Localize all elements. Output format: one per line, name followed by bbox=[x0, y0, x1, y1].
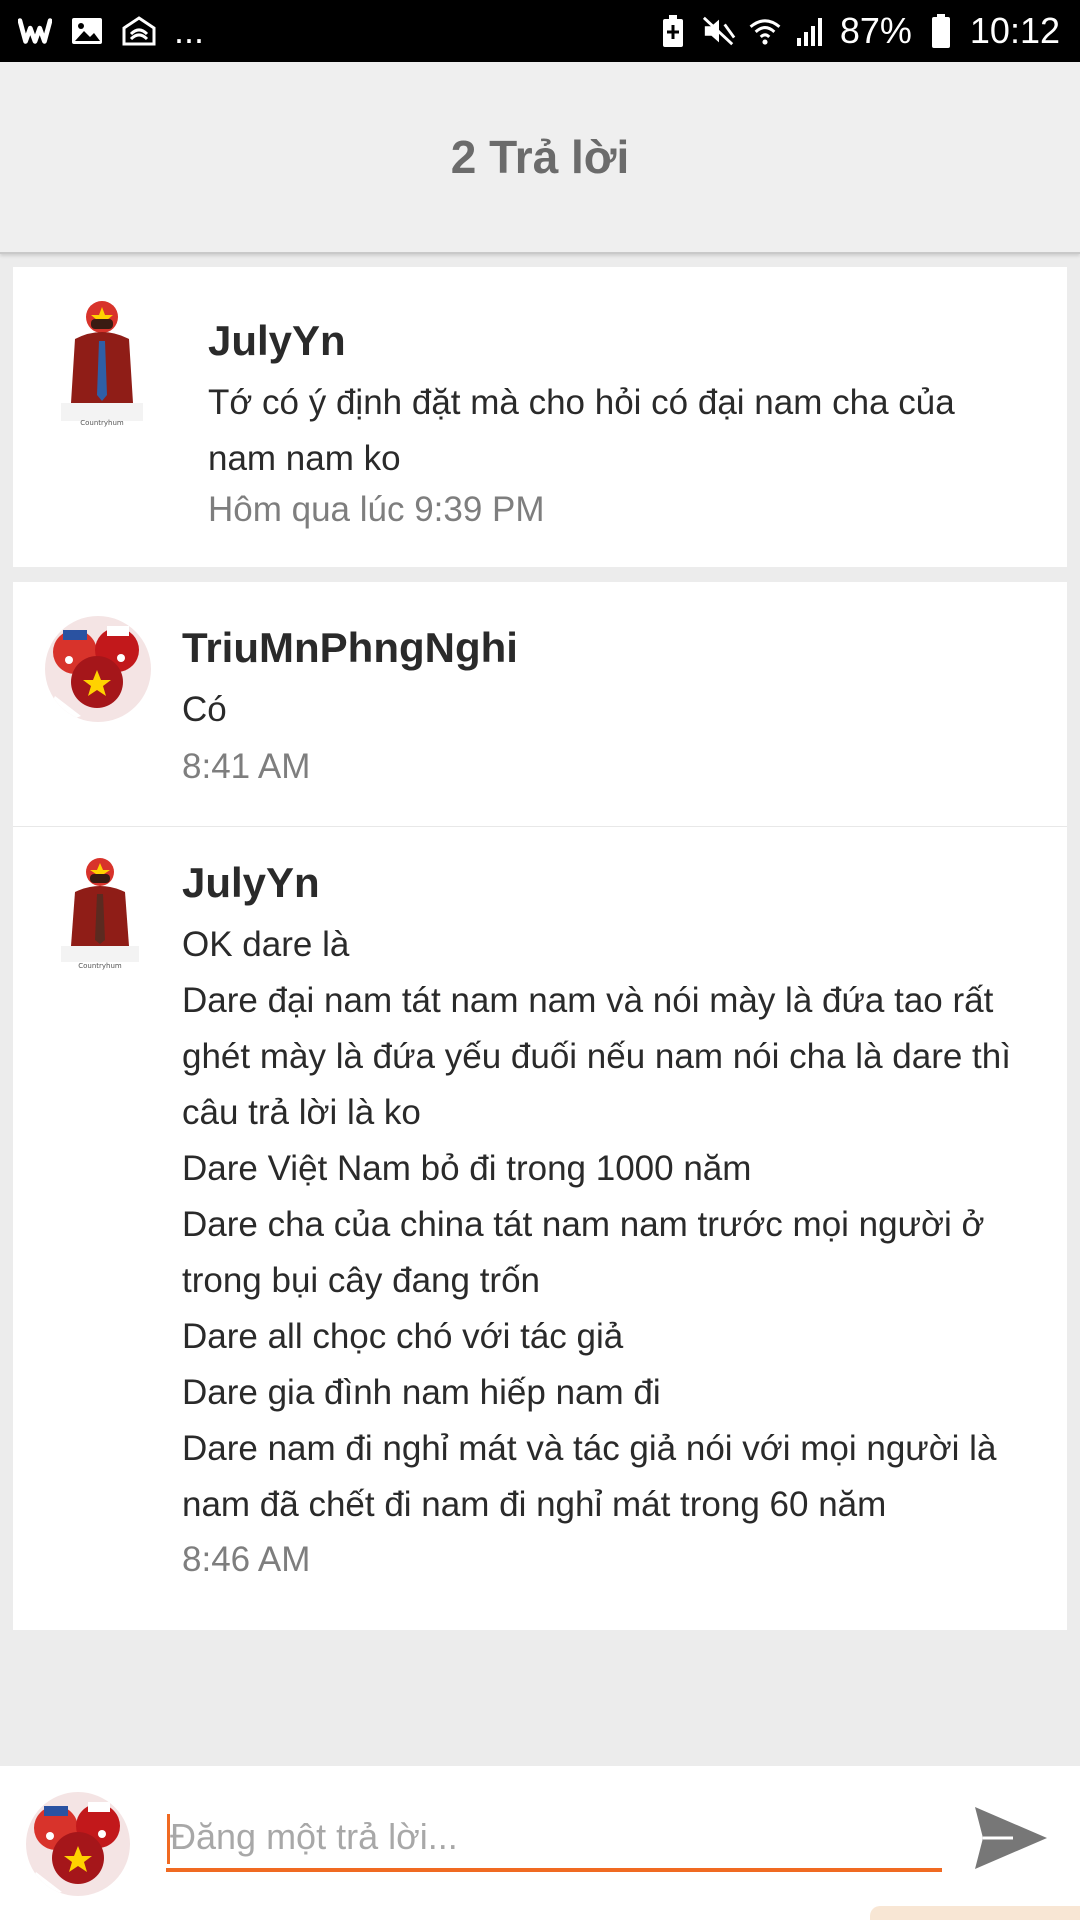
signal-icon bbox=[794, 14, 828, 48]
comment-body: Có bbox=[182, 682, 1042, 738]
comment-line: câu trả lời là ko bbox=[182, 1093, 421, 1132]
comment-line: ghét mày là đứa yếu đuối nếu nam nói cha… bbox=[182, 1037, 1011, 1076]
corner-tab bbox=[870, 1906, 1080, 1920]
battery-percent: 87% bbox=[839, 10, 912, 51]
cloud-sync-icon bbox=[122, 14, 156, 48]
page-title: 2 Trả lời bbox=[450, 131, 630, 183]
reply-item: TriuMnPhngNghi Có 8:41 AM bbox=[13, 582, 1067, 826]
comment-body: OK dare là Dare đại nam tát nam nam và n… bbox=[182, 917, 1057, 1533]
battery-icon bbox=[924, 14, 958, 48]
battery-saver-icon bbox=[656, 14, 690, 48]
current-user-avatar[interactable] bbox=[26, 1792, 130, 1896]
svg-text:Countryhum: Countryhum bbox=[80, 419, 124, 427]
avatar[interactable] bbox=[45, 616, 151, 722]
reply-composer bbox=[0, 1766, 1080, 1920]
comment-line: OK dare là bbox=[182, 925, 350, 964]
comment-line: nam đã chết đi nam đi nghỉ mát trong 60 … bbox=[182, 1485, 887, 1524]
comment-username[interactable]: JulyYn bbox=[182, 857, 320, 909]
comment-line: Dare đại nam tát nam nam và nói mày là đ… bbox=[182, 981, 994, 1020]
comment-line: trong bụi cây đang trốn bbox=[182, 1261, 541, 1300]
avatar[interactable]: Countryhum bbox=[45, 852, 155, 970]
avatar[interactable]: Countryhum bbox=[47, 295, 157, 431]
header: 2 Trả lời bbox=[0, 62, 1080, 254]
reply-input[interactable] bbox=[166, 1806, 942, 1872]
status-bar: ... 87% 10:12 bbox=[0, 0, 1080, 62]
comment-timestamp: 8:46 AM bbox=[182, 1540, 311, 1579]
status-left: ... bbox=[18, 10, 204, 52]
comment-line: Dare nam đi nghỉ mát và tác giả nói với … bbox=[182, 1429, 997, 1468]
text-caret bbox=[167, 1814, 170, 1864]
comment-line: Dare gia đình nam hiếp nam đi bbox=[182, 1373, 661, 1412]
comment-body: Tớ có ý định đặt mà cho hỏi có đại nam c… bbox=[208, 375, 1048, 487]
wattpad-icon bbox=[18, 14, 52, 48]
comment-username[interactable]: JulyYn bbox=[208, 315, 346, 367]
comment-timestamp: Hôm qua lúc 9:39 PM bbox=[208, 490, 545, 529]
send-button[interactable] bbox=[968, 1798, 1054, 1878]
comment-username[interactable]: TriuMnPhngNghi bbox=[182, 622, 518, 674]
comment-line: Có bbox=[182, 690, 227, 729]
send-icon bbox=[975, 1807, 1047, 1869]
comment-line: nam nam ko bbox=[208, 439, 401, 478]
parent-comment-card: Countryhum JulyYn Tớ có ý định đặt mà ch… bbox=[13, 267, 1067, 567]
comment-line: Dare Việt Nam bỏ đi trong 1000 năm bbox=[182, 1149, 752, 1188]
status-time: 10:12 bbox=[969, 10, 1060, 51]
wifi-icon bbox=[748, 14, 782, 48]
reply-item: Countryhum JulyYn OK dare là Dare đại na… bbox=[13, 827, 1067, 1630]
status-right: 87% 10:12 bbox=[656, 8, 1060, 54]
replies-card: TriuMnPhngNghi Có 8:41 AM Countryhum Jul… bbox=[13, 582, 1067, 1630]
gallery-icon bbox=[70, 14, 104, 48]
comment-timestamp: 8:41 AM bbox=[182, 747, 311, 786]
svg-text:Countryhum: Countryhum bbox=[78, 962, 122, 970]
comment-line: Dare all chọc chó với tác giả bbox=[182, 1317, 624, 1356]
mute-icon bbox=[702, 14, 736, 48]
comment-line: Dare cha của china tát nam nam trước mọi… bbox=[182, 1205, 985, 1244]
comment-line: Tớ có ý định đặt mà cho hỏi có đại nam c… bbox=[208, 383, 955, 422]
status-overflow: ... bbox=[174, 10, 205, 51]
parent-comment: Countryhum JulyYn Tớ có ý định đặt mà ch… bbox=[13, 267, 1067, 567]
